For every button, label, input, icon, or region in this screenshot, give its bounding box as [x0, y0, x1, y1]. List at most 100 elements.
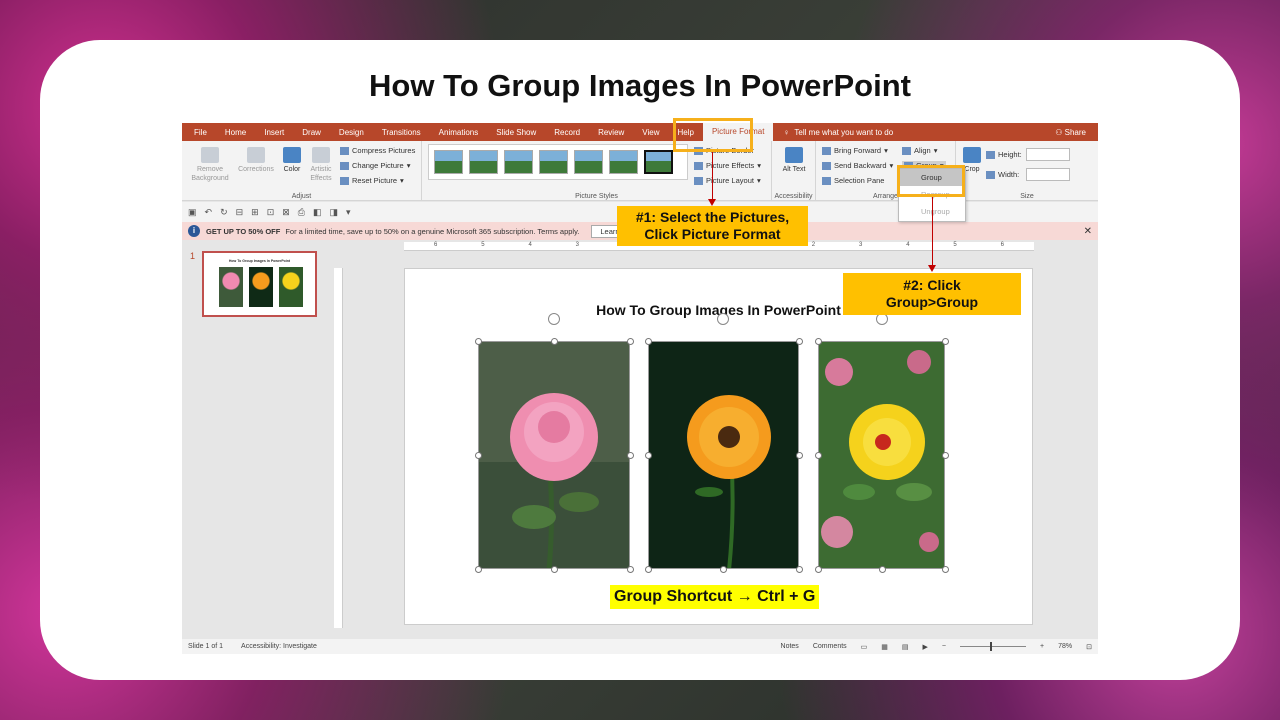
reset-picture-button[interactable]: Reset Picture ▾ — [340, 176, 404, 185]
style-thumb[interactable] — [469, 150, 498, 174]
zoom-slider[interactable] — [960, 642, 1027, 651]
normal-view-icon[interactable]: ▭ — [861, 643, 868, 651]
tab-home[interactable]: Home — [216, 128, 255, 137]
share-button[interactable]: ⚇ Share — [1055, 128, 1098, 137]
resize-handle[interactable] — [942, 338, 949, 345]
accessibility-status[interactable]: Accessibility: Investigate — [241, 643, 317, 650]
tab-review[interactable]: Review — [589, 128, 633, 137]
hibiscus-picture[interactable] — [818, 341, 945, 569]
style-thumb[interactable] — [539, 150, 568, 174]
resize-handle[interactable] — [645, 338, 652, 345]
artistic-effects-button[interactable]: Artistic Effects — [306, 147, 336, 183]
resize-handle[interactable] — [942, 452, 949, 459]
notes-button[interactable]: Notes — [781, 643, 799, 650]
customize-icon[interactable]: ▾ — [346, 207, 351, 218]
sorter-view-icon[interactable]: ▦ — [881, 643, 888, 651]
print-icon[interactable]: ⎙ — [298, 207, 305, 218]
tab-transitions[interactable]: Transitions — [373, 128, 430, 137]
bring-front-icon[interactable]: ◧ — [313, 207, 322, 218]
resize-handle[interactable] — [475, 452, 482, 459]
effects-icon — [694, 161, 703, 170]
tab-file[interactable]: File — [182, 128, 216, 137]
align-left-icon[interactable]: ⊟ — [236, 207, 244, 218]
resize-handle[interactable] — [551, 338, 558, 345]
height-input[interactable] — [1026, 148, 1070, 161]
align-center-icon[interactable]: ⊞ — [251, 207, 259, 218]
close-icon[interactable]: ✕ — [1084, 226, 1092, 237]
slide-thumbnail[interactable]: How To Group Images In PowerPoint — [202, 251, 317, 317]
resize-handle[interactable] — [627, 566, 634, 573]
picture-effects-button[interactable]: Picture Effects ▾ — [694, 161, 761, 170]
distribute-icon[interactable]: ⊠ — [282, 207, 290, 218]
tab-animations[interactable]: Animations — [430, 128, 488, 137]
save-icon[interactable]: ▣ — [188, 207, 197, 218]
rotate-handle[interactable] — [717, 313, 729, 325]
resize-handle[interactable] — [645, 566, 652, 573]
resize-handle[interactable] — [551, 566, 558, 573]
zoom-in-icon[interactable]: + — [1040, 643, 1044, 650]
slide-canvas[interactable]: How To Group Images In PowerPoint Group … — [404, 268, 1033, 625]
chevron-down-icon: ▾ — [756, 176, 761, 185]
style-thumb[interactable] — [434, 150, 463, 174]
zoom-level[interactable]: 78% — [1058, 643, 1072, 650]
tab-design[interactable]: Design — [330, 128, 373, 137]
bring-forward-button[interactable]: Bring Forward ▾ — [822, 146, 888, 155]
corrections-button[interactable]: Corrections — [234, 147, 278, 174]
resize-handle[interactable] — [879, 566, 886, 573]
style-thumb[interactable] — [644, 150, 673, 174]
fit-slide-icon[interactable]: ⊡ — [1086, 643, 1092, 651]
resize-handle[interactable] — [815, 452, 822, 459]
tab-slide-show[interactable]: Slide Show — [487, 128, 545, 137]
resize-handle[interactable] — [645, 452, 652, 459]
width-input[interactable] — [1026, 168, 1070, 181]
resize-handle[interactable] — [796, 566, 803, 573]
resize-handle[interactable] — [720, 566, 727, 573]
undo-icon[interactable]: ↶ — [205, 207, 213, 218]
chevron-down-icon: ▾ — [757, 161, 761, 170]
align-right-icon[interactable]: ⊡ — [267, 207, 275, 218]
style-thumb[interactable] — [504, 150, 533, 174]
alt-text-button[interactable]: Alt Text — [780, 147, 808, 174]
infobar-heading: GET UP TO 50% OFF — [206, 226, 281, 236]
daisy-picture[interactable] — [648, 341, 799, 569]
resize-handle[interactable] — [796, 338, 803, 345]
tab-view[interactable]: View — [633, 128, 668, 137]
tab-record[interactable]: Record — [545, 128, 589, 137]
picture-styles-gallery[interactable] — [428, 144, 688, 180]
resize-handle[interactable] — [627, 338, 634, 345]
selection-pane-button[interactable]: Selection Pane — [822, 176, 884, 185]
send-back-icon[interactable]: ◨ — [330, 207, 339, 218]
style-thumb[interactable] — [609, 150, 638, 174]
resize-handle[interactable] — [815, 338, 822, 345]
color-button[interactable]: Color — [278, 147, 306, 174]
rose-picture[interactable] — [478, 341, 630, 569]
rose-image — [479, 342, 629, 568]
picture-layout-button[interactable]: Picture Layout ▾ — [694, 176, 761, 185]
resize-handle[interactable] — [942, 566, 949, 573]
size-label: Size — [1020, 193, 1034, 200]
redo-icon[interactable]: ↻ — [220, 207, 228, 218]
accessibility-group: Alt Text Accessibility — [772, 141, 816, 201]
tab-insert[interactable]: Insert — [255, 128, 293, 137]
send-backward-button[interactable]: Send Backward ▾ — [822, 161, 893, 170]
zoom-out-icon[interactable]: − — [942, 643, 946, 650]
slideshow-view-icon[interactable]: ▶ — [923, 643, 928, 651]
hibiscus-image — [819, 342, 944, 568]
resize-handle[interactable] — [475, 338, 482, 345]
compress-pictures-button[interactable]: Compress Pictures — [340, 146, 415, 155]
comments-button[interactable]: Comments — [813, 643, 847, 650]
step1-callout: #1: Select the Pictures, Click Picture F… — [617, 206, 808, 246]
change-picture-button[interactable]: Change Picture ▾ — [340, 161, 410, 170]
style-thumb[interactable] — [574, 150, 603, 174]
shortcut-label: Group Shortcut → Ctrl + G — [610, 585, 820, 609]
reading-view-icon[interactable]: ▤ — [902, 643, 909, 651]
rotate-handle[interactable] — [548, 313, 560, 325]
tell-me-search[interactable]: ♀ Tell me what you want to do — [783, 128, 893, 137]
resize-handle[interactable] — [796, 452, 803, 459]
resize-handle[interactable] — [815, 566, 822, 573]
resize-handle[interactable] — [475, 566, 482, 573]
tab-draw[interactable]: Draw — [293, 128, 330, 137]
remove-background-button[interactable]: Remove Background — [190, 147, 230, 183]
align-button[interactable]: Align ▾ — [902, 146, 937, 155]
resize-handle[interactable] — [627, 452, 634, 459]
